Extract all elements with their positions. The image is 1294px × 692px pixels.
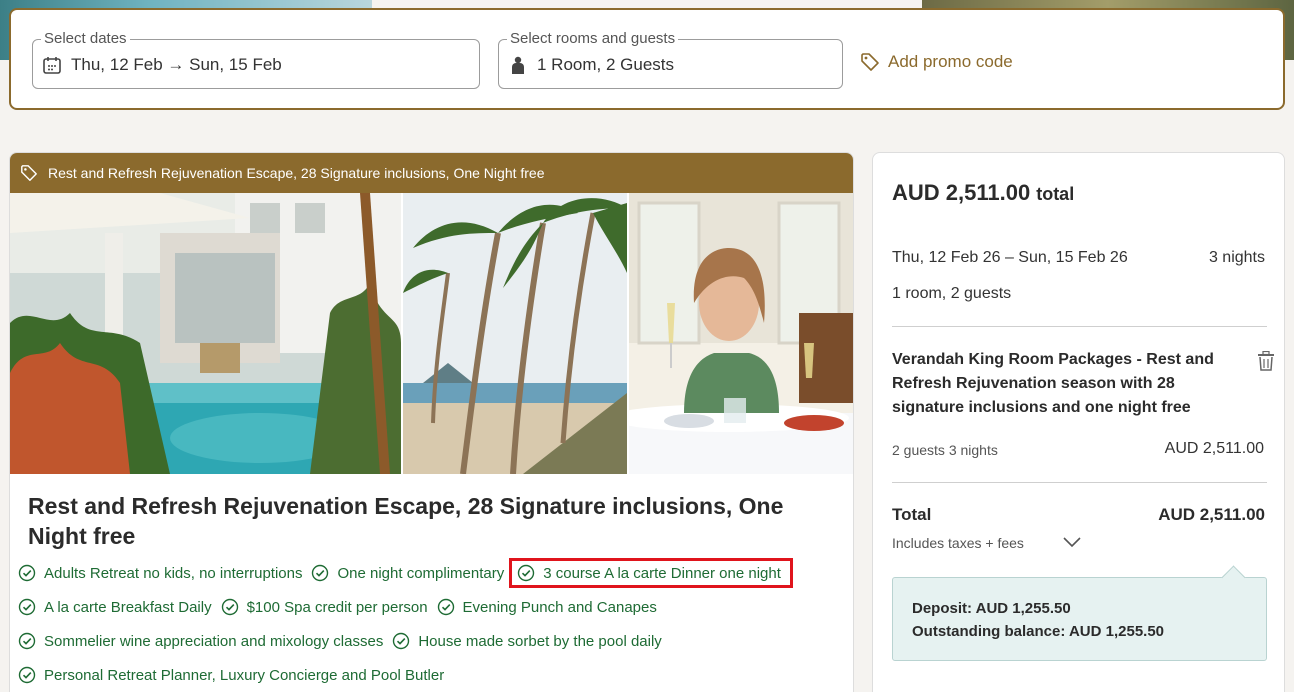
check-circle-icon (18, 666, 36, 684)
check-circle-icon (437, 598, 454, 616)
inclusion-label: Sommelier wine appreciation and mixology… (44, 632, 384, 650)
pool-waterfall-photo[interactable] (10, 193, 401, 474)
outstanding-balance: Outstanding balance: AUD 1,255.50 (912, 623, 1165, 640)
divider (892, 326, 1267, 327)
inclusions-row-2: A la carte Breakfast Daily $100 Spa cred… (18, 594, 666, 620)
check-circle-icon (221, 598, 238, 616)
taxes-note: Includes taxes + fees (892, 535, 1024, 551)
summary-guests: 1 room, 2 guests (892, 285, 1012, 302)
total-label: Total (892, 505, 932, 524)
package-title: Rest and Refresh Rejuvenation Escape, 28… (28, 493, 784, 549)
inclusion-item: One night complimentary (311, 564, 504, 582)
inclusion-label: $100 Spa credit per person (246, 598, 428, 616)
person-icon (512, 56, 524, 74)
inclusion-label: 3 course A la carte Dinner one night (543, 564, 781, 582)
room-package-name: Verandah King Room Packages - Rest and R… (892, 351, 1214, 416)
divider (892, 482, 1267, 483)
rooms-guests-value: 1 Room, 2 Guests (537, 55, 675, 74)
summary-total-amount: AUD 2,511.00 (892, 180, 1031, 205)
add-promo-code-label: Add promo code (888, 52, 1013, 71)
deposit-amount: Deposit: AUD 1,255.50 (912, 600, 1071, 617)
dining-woman-photo[interactable] (629, 193, 853, 474)
inclusion-label: A la carte Breakfast Daily (44, 598, 212, 616)
check-circle-icon (18, 598, 36, 616)
inclusion-item: $100 Spa credit per person (221, 598, 428, 616)
inclusion-label: Personal Retreat Planner, Luxury Concier… (44, 666, 445, 684)
summary-total-label: total (1036, 184, 1075, 204)
inclusion-label: House made sorbet by the pool daily (418, 632, 662, 650)
booking-search-panel: Select dates Thu, 12 Feb → Sun, 15 Feb S… (9, 8, 1285, 110)
inclusion-label: Evening Punch and Canapes (462, 598, 657, 616)
inclusion-item: Evening Punch and Canapes (437, 598, 657, 616)
rooms-guests-field[interactable]: Select rooms and guests 1 Room, 2 Guests (498, 30, 843, 89)
check-circle-icon (18, 564, 36, 582)
chevron-down-icon[interactable] (1062, 535, 1082, 549)
summary-total: AUD 2,511.00 total (892, 180, 1074, 206)
check-circle-icon (312, 564, 329, 582)
inclusion-item: A la carte Breakfast Daily (18, 598, 212, 616)
room-price: AUD 2,511.00 (1164, 440, 1264, 457)
inclusion-item: Personal Retreat Planner, Luxury Concier… (18, 666, 444, 684)
booking-summary-card: AUD 2,511.00 total Thu, 12 Feb 26 – Sun, … (872, 152, 1285, 692)
package-image-gallery[interactable] (10, 193, 853, 474)
package-banner: Rest and Refresh Rejuvenation Escape, 28… (10, 153, 853, 193)
package-banner-text: Rest and Refresh Rejuvenation Escape, 28… (48, 165, 545, 181)
inclusions-row-1: Adults Retreat no kids, no interruptions… (18, 558, 798, 588)
inclusion-item: House made sorbet by the pool daily (392, 632, 662, 650)
summary-dates: Thu, 12 Feb 26 – Sun, 15 Feb 26 (892, 249, 1128, 266)
tag-icon (861, 53, 879, 71)
add-promo-code-link[interactable]: Add promo code (860, 50, 1013, 74)
inclusion-label: Adults Retreat no kids, no interruptions (44, 564, 303, 582)
summary-nights: 3 nights (1208, 249, 1265, 266)
rooms-guests-label: Select rooms and guests (507, 30, 679, 48)
date-picker-value: Thu, 12 Feb → Sun, 15 Feb (71, 55, 282, 74)
room-guests-nights: 2 guests 3 nights (892, 442, 998, 458)
check-circle-icon (518, 564, 535, 582)
deposit-info-box: Deposit: AUD 1,255.50 Outstanding balanc… (892, 577, 1267, 661)
check-circle-icon (393, 632, 410, 650)
inclusions-row-3: Sommelier wine appreciation and mixology… (18, 628, 671, 654)
date-picker-field[interactable]: Select dates Thu, 12 Feb → Sun, 15 Feb (32, 30, 480, 89)
inclusions-row-4: Personal Retreat Planner, Luxury Concier… (18, 662, 453, 688)
total-value: AUD 2,511.00 (1158, 505, 1265, 524)
inclusion-label: One night complimentary (337, 564, 505, 582)
tag-icon (21, 165, 37, 181)
date-picker-label: Select dates (41, 30, 130, 48)
trash-icon[interactable] (1257, 351, 1275, 371)
inclusion-item: Sommelier wine appreciation and mixology… (18, 632, 383, 650)
inclusion-item-highlighted: 3 course A la carte Dinner one night (509, 558, 793, 588)
inclusion-item: Adults Retreat no kids, no interruptions (18, 564, 302, 582)
palm-beach-photo[interactable] (403, 193, 627, 474)
calendar-icon (43, 57, 61, 74)
check-circle-icon (18, 632, 36, 650)
